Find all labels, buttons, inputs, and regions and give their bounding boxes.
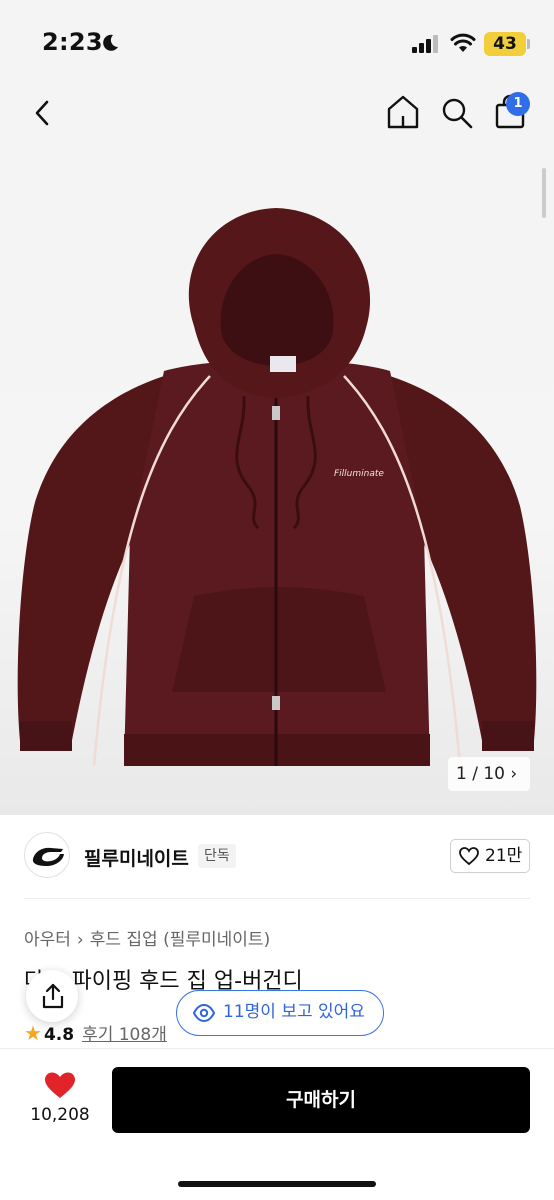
rating-value: 4.8	[43, 1025, 75, 1045]
status-bar: 2:23 43	[0, 0, 554, 88]
viewers-pill: 11명이 보고 있어요	[176, 990, 384, 1036]
brand-logo[interactable]	[24, 832, 70, 878]
rating-row: ★ 4.8 후기 108개	[24, 1020, 167, 1045]
brand-name[interactable]: 필루미네이트	[84, 844, 189, 871]
breadcrumb-category[interactable]: 아우터	[24, 930, 71, 950]
brand-like-count: 21만	[485, 846, 523, 866]
wishlist-button[interactable]: 10,208	[24, 1069, 96, 1125]
share-button[interactable]	[26, 970, 78, 1022]
breadcrumb: 아우터 › 후드 집업 (필루미네이트)	[24, 925, 270, 950]
wifi-icon	[450, 33, 476, 52]
home-icon[interactable]	[386, 94, 420, 130]
heart-filled-icon	[45, 1072, 75, 1098]
home-indicator	[178, 1181, 376, 1187]
back-arrow-icon[interactable]	[28, 98, 58, 128]
brand-row[interactable]: 필루미네이트 단독 21만	[24, 832, 530, 884]
buy-button[interactable]: 구매하기	[112, 1067, 530, 1133]
heart-outline-icon	[459, 847, 479, 865]
status-time: 2:23	[42, 28, 103, 56]
divider	[24, 898, 530, 899]
wishlist-count: 10,208	[30, 1105, 90, 1125]
brand-logo-icon	[32, 847, 64, 866]
hoodie-image: Filluminate	[17, 208, 537, 766]
breadcrumb-subcategory[interactable]: 후드 집업 (필루미네이트)	[90, 930, 270, 950]
review-count-link[interactable]: 후기 108개	[82, 1025, 167, 1045]
exclusive-badge: 단독	[198, 844, 236, 868]
battery-tip	[527, 39, 530, 49]
moon-icon	[103, 34, 118, 51]
breadcrumb-separator: ›	[76, 930, 84, 950]
signal-icon	[412, 35, 438, 53]
scrollbar	[542, 168, 546, 218]
search-icon[interactable]	[440, 96, 474, 130]
viewers-text: 11명이 보고 있어요	[223, 1002, 365, 1022]
share-icon	[42, 983, 64, 1009]
brand-like-button[interactable]: 21만	[450, 839, 530, 873]
star-icon: ★	[24, 1021, 42, 1045]
bottom-action-bar: 10,208 구매하기	[0, 1048, 554, 1200]
eye-icon	[193, 1004, 215, 1022]
chest-print-text: Filluminate	[334, 469, 384, 479]
image-counter[interactable]: 1 / 10 ›	[448, 757, 530, 791]
battery-indicator: 43	[484, 32, 526, 56]
cart-count-badge: 1	[506, 92, 530, 116]
product-image-gallery[interactable]: 1 Filluminate 1 / 10 ›	[0, 88, 554, 815]
